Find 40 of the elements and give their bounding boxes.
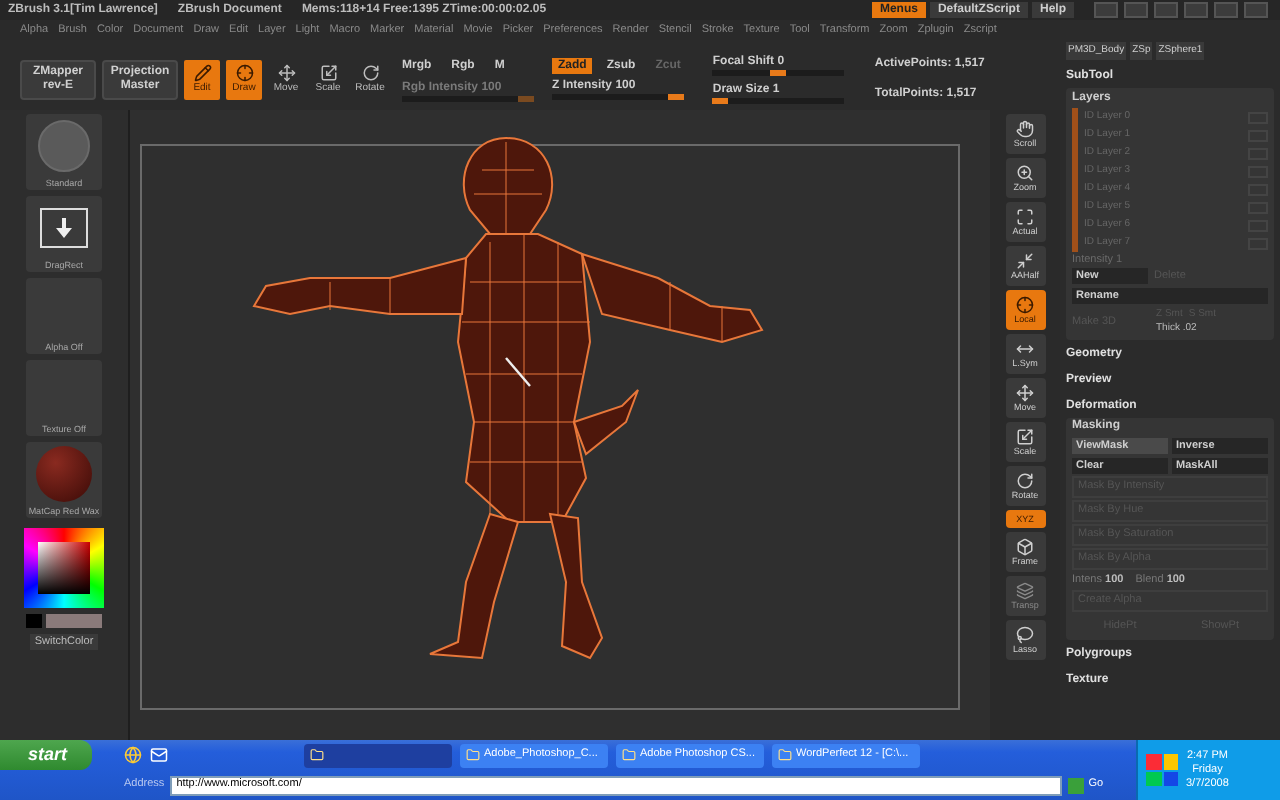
rotate-icon <box>1016 472 1034 490</box>
color-swatch[interactable] <box>26 614 42 628</box>
layers-icon <box>1016 582 1034 600</box>
window-control-icon[interactable] <box>1124 2 1148 18</box>
slider-thumb[interactable] <box>712 98 729 104</box>
layer-scrollbar[interactable] <box>1072 108 1078 252</box>
lasso-icon <box>1016 626 1034 644</box>
tray-icons[interactable] <box>1146 754 1178 786</box>
crosshair-icon <box>235 64 253 82</box>
shrink-icon <box>1016 252 1034 270</box>
app-icon <box>778 748 792 762</box>
move-icon <box>277 64 295 82</box>
cube-icon <box>1016 538 1034 556</box>
color-picker[interactable] <box>24 528 104 608</box>
double-arrow-icon <box>1016 340 1034 358</box>
maximize-icon <box>1016 208 1034 226</box>
app-icon <box>622 748 636 762</box>
crosshair-icon <box>1016 296 1034 314</box>
slider-thumb[interactable] <box>668 94 684 100</box>
scale-icon <box>1016 428 1034 446</box>
window-control-icon[interactable] <box>1244 2 1268 18</box>
color-swatch[interactable] <box>46 614 102 628</box>
rotate-icon <box>361 64 379 82</box>
window-control-icon[interactable] <box>1214 2 1238 18</box>
pencil-icon <box>193 64 211 82</box>
app-icon <box>310 748 324 762</box>
slider-thumb[interactable] <box>770 70 787 76</box>
window-control-icon[interactable] <box>1094 2 1118 18</box>
move-icon <box>1016 384 1034 402</box>
start-button[interactable]: start <box>0 740 92 770</box>
taskbar-task[interactable] <box>304 743 452 767</box>
browser-icon[interactable] <box>124 746 142 764</box>
brush-icon <box>38 120 90 172</box>
hand-icon <box>1016 120 1034 138</box>
scale-icon <box>319 64 337 82</box>
app-icon <box>466 748 480 762</box>
zoom-icon <box>1016 164 1034 182</box>
window-control-icon[interactable] <box>1184 2 1208 18</box>
mail-icon[interactable] <box>150 746 168 764</box>
window-control-icon[interactable] <box>1154 2 1178 18</box>
